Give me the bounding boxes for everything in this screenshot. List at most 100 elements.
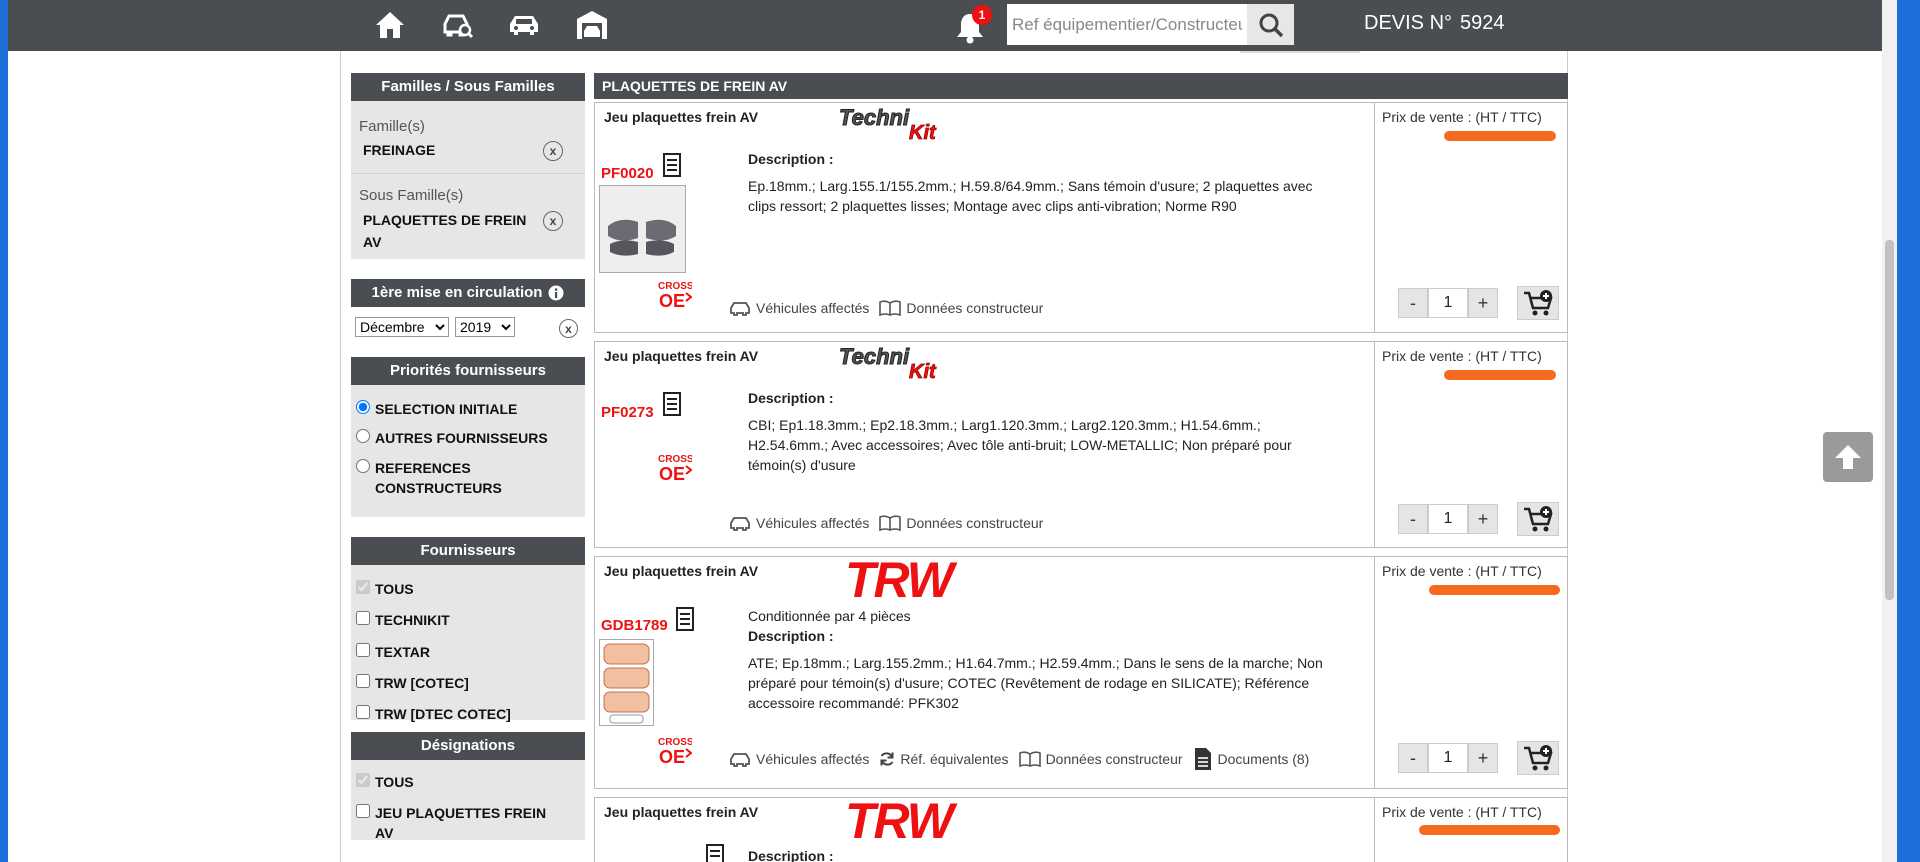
car-outline-icon <box>730 753 750 767</box>
famille-value: FREINAGE <box>363 142 436 158</box>
vehicles-link[interactable]: Véhicules affectés <box>729 299 869 317</box>
search-button[interactable] <box>1247 4 1294 45</box>
designations-title: Désignations <box>351 732 585 760</box>
supplier-label: TOUS <box>375 581 414 597</box>
cross-oe-icon[interactable]: CROSSOE <box>658 452 692 482</box>
product-reference[interactable]: GDB1789 <box>601 617 668 634</box>
cross-oe-icon[interactable]: CROSSOE <box>658 735 692 765</box>
supplier-option[interactable]: TECHNIKIT <box>355 610 450 630</box>
scroll-to-top-button[interactable] <box>1823 432 1873 482</box>
top-navigation-bar: 1 DEVIS N° 5924 <box>8 0 1897 51</box>
supplier-checkbox-all[interactable] <box>356 580 370 594</box>
add-to-cart-button[interactable] <box>1517 502 1559 536</box>
product-card: Jeu plaquettes frein AV TRW GDB1789 CROS… <box>594 556 1568 789</box>
designation-option[interactable]: TOUS <box>355 772 414 792</box>
scrollbar-thumb[interactable] <box>1885 240 1894 600</box>
notifications-button[interactable]: 1 <box>950 5 992 46</box>
car-icon[interactable] <box>506 8 542 42</box>
documents-link[interactable]: Documents (8) <box>1193 747 1309 771</box>
garage-icon[interactable] <box>574 8 610 42</box>
add-to-cart-button[interactable] <box>1517 286 1559 320</box>
product-list: PLAQUETTES DE FREIN AV Jeu plaquettes fr… <box>594 73 1568 862</box>
page-scrollbar[interactable] <box>1882 0 1897 862</box>
price-redacted <box>1444 370 1556 380</box>
decrease-quantity-button[interactable]: - <box>1398 504 1428 534</box>
quantity-stepper[interactable]: - 1 + <box>1398 504 1498 534</box>
quantity-stepper[interactable]: - 1 + <box>1398 288 1498 318</box>
constructor-data-link-label: Données constructeur <box>1045 751 1183 767</box>
equivalent-refs-link[interactable]: Réf. équivalentes <box>879 751 1009 767</box>
priority-label-line2: CONSTRUCTEURS <box>375 480 502 496</box>
svg-text:TRW: TRW <box>845 557 958 601</box>
priority-radio-constructors[interactable] <box>356 459 370 473</box>
supplier-label: TRW [COTEC] <box>375 675 469 691</box>
clear-sous-famille-button[interactable]: x <box>543 211 563 231</box>
brake-pad-image <box>603 643 650 724</box>
supplier-checkbox[interactable] <box>356 674 370 688</box>
divider <box>351 173 585 174</box>
priority-option-initial[interactable]: SELECTION INITIALE <box>355 399 517 419</box>
search-icon <box>1259 13 1283 37</box>
product-thumbnail[interactable] <box>599 185 686 273</box>
product-reference[interactable]: PF0273 <box>601 404 654 421</box>
decrease-quantity-button[interactable]: - <box>1398 288 1428 318</box>
month-select[interactable]: Décembre <box>355 317 449 337</box>
supplier-option[interactable]: TRW [DTEC COTEC] <box>355 704 511 724</box>
famille-label: Famille(s) <box>359 118 425 135</box>
cross-oe-icon[interactable]: CROSSOE <box>658 279 692 309</box>
quantity-value[interactable]: 1 <box>1428 504 1468 534</box>
price-redacted <box>1444 131 1556 141</box>
description-label: Description : <box>748 151 834 167</box>
document-icon[interactable] <box>662 392 682 416</box>
designation-checkbox[interactable] <box>356 804 370 818</box>
quantity-stepper[interactable]: - 1 + <box>1398 743 1498 773</box>
priority-label: AUTRES FOURNISSEURS <box>375 430 548 446</box>
clear-famille-button[interactable]: x <box>543 141 563 161</box>
supplier-option[interactable]: TEXTAR <box>355 642 430 662</box>
document-icon[interactable] <box>662 153 682 177</box>
suppliers-box: TOUS TECHNIKIT TEXTAR TRW [COTEC] TRW [D… <box>351 565 585 722</box>
constructor-data-link[interactable]: Données constructeur <box>879 299 1043 317</box>
year-select[interactable]: 2019 <box>455 317 515 337</box>
filters-sidebar: Familles / Sous Familles Famille(s) FREI… <box>351 73 585 843</box>
priority-option-others[interactable]: AUTRES FOURNISSEURS <box>355 428 548 448</box>
increase-quantity-button[interactable]: + <box>1468 504 1498 534</box>
add-to-cart-button[interactable] <box>1517 741 1559 775</box>
supplier-checkbox[interactable] <box>356 705 370 719</box>
increase-quantity-button[interactable]: + <box>1468 743 1498 773</box>
vehicles-link[interactable]: Véhicules affectés <box>729 514 869 532</box>
priority-label: REFERENCES CONSTRUCTEURS <box>375 458 502 498</box>
car-search-icon[interactable] <box>440 8 476 42</box>
quantity-value[interactable]: 1 <box>1428 743 1468 773</box>
designation-checkbox-all[interactable] <box>356 773 370 787</box>
decrease-quantity-button[interactable]: - <box>1398 743 1428 773</box>
document-icon[interactable] <box>675 607 695 631</box>
svg-text:Kit: Kit <box>909 122 937 143</box>
brake-pad-image <box>600 186 685 272</box>
designation-option[interactable]: JEU PLAQUETTES FREIN AV <box>355 803 546 843</box>
supplier-option[interactable]: TOUS <box>355 579 414 599</box>
constructor-data-link[interactable]: Données constructeur <box>1018 750 1183 768</box>
constructor-data-link[interactable]: Données constructeur <box>879 514 1043 532</box>
trw-logo: TRW <box>845 557 960 601</box>
home-icon[interactable] <box>372 8 408 42</box>
priority-radio-initial[interactable] <box>356 400 370 414</box>
circulation-title: 1ère mise en circulation <box>351 279 585 307</box>
clear-date-button[interactable]: x <box>559 319 578 338</box>
families-title: Familles / Sous Familles <box>351 73 585 101</box>
product-reference[interactable]: PF0020 <box>601 165 654 182</box>
quantity-value[interactable]: 1 <box>1428 288 1468 318</box>
supplier-checkbox[interactable] <box>356 611 370 625</box>
supplier-checkbox[interactable] <box>356 643 370 657</box>
info-icon[interactable] <box>548 285 564 301</box>
designations-box: TOUS JEU PLAQUETTES FREIN AV <box>351 760 585 843</box>
document-icon[interactable] <box>705 844 725 862</box>
increase-quantity-button[interactable]: + <box>1468 288 1498 318</box>
reference-search-input[interactable] <box>1007 4 1247 45</box>
sous-famille-value-line2: AV <box>363 234 382 250</box>
priority-radio-others[interactable] <box>356 429 370 443</box>
product-thumbnail[interactable] <box>599 639 654 726</box>
priority-option-constructors[interactable]: REFERENCES CONSTRUCTEURS <box>355 458 502 498</box>
supplier-option[interactable]: TRW [COTEC] <box>355 673 469 693</box>
vehicles-link[interactable]: Véhicules affectés <box>729 750 869 768</box>
